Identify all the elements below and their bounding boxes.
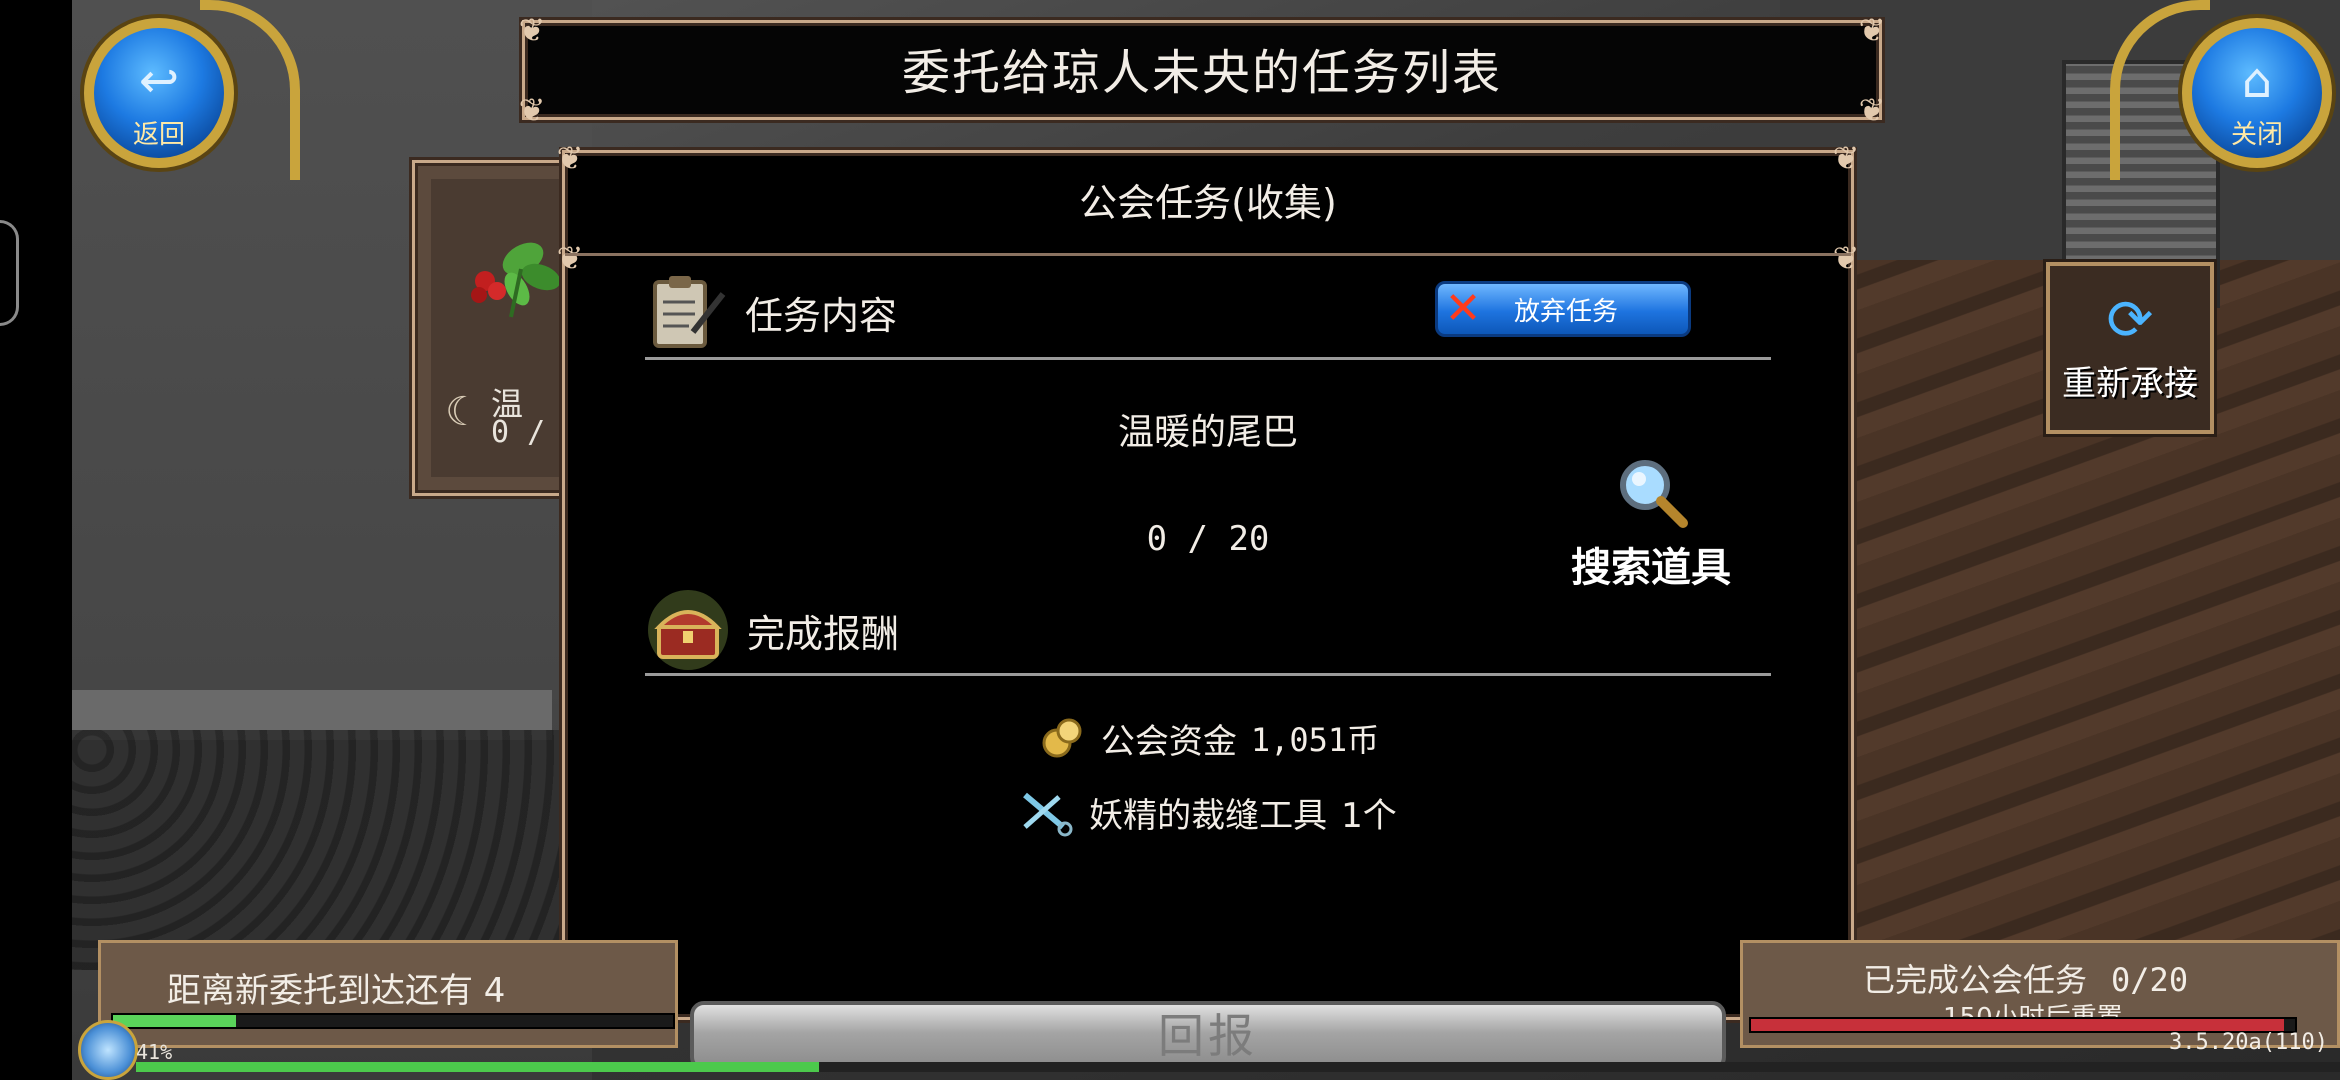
report-button[interactable]: 回报 [690,1001,1726,1071]
guild-quest-completed-count: 0/20 [2111,961,2189,999]
abandon-quest-button[interactable]: ✕ 放弃任务 [1435,281,1691,337]
dialog-content: 任务内容 ✕ 放弃任务 温暖的尾巴 0 / 20 搜索道具 完成报酬 公会资金 … [645,253,1771,1071]
reward-name: 公会资金 [1100,721,1237,762]
commission-timer-fill [113,1015,237,1027]
quest-card-behind[interactable]: ☾ 温 0 / [412,160,582,496]
player-orb-percent: 41% [136,1040,173,1064]
reward-name: 妖精的裁缝工具 [1089,795,1328,836]
task-content-header: 任务内容 [645,267,897,357]
quest-item-name: 温暖的尾巴 [1117,412,1298,453]
close-button-label: 关闭 [2230,120,2283,150]
gold-coins-icon [1042,718,1082,758]
reward-label: 完成报酬 [747,611,900,656]
claw-item-icon: ☾ [445,389,481,435]
quest-card-progress: 0 / [491,415,546,450]
reward-amount: 1,051币 [1250,721,1380,759]
reward-row: 公会资金 1,051币 [645,713,1771,763]
back-button[interactable]: ↩ 返回 [84,18,234,168]
version-label: 3.5.20a(110) [2169,1030,2328,1055]
reaccept-button[interactable]: ⟳ 重新承接 [2046,262,2214,434]
section-divider [645,673,1771,676]
tailor-tools-icon [1023,792,1073,837]
scene-stone-wall [72,730,632,970]
quest-detail-dialog: ❦ ❦ ❦ ❦ ❦ ❦ 公会任务(收集) 任务内容 ✕ 放弃任务 温暖的尾巴 0… [557,141,1859,1071]
dialog-title: 公会任务(收集) [565,153,1851,256]
search-item-label: 搜索道具 [1571,545,1731,591]
close-button[interactable]: ⌂ 关闭 [2182,18,2332,168]
experience-bar-fill [136,1062,820,1072]
refresh-icon: ⟳ [2106,288,2154,353]
back-arrow-icon: ↩ [138,53,180,109]
cross-icon: ✕ [1444,283,1482,334]
side-drawer-tab[interactable] [0,220,19,326]
clipboard-icon [653,276,726,348]
title-bar: 委托给琼人未央的任务列表 ❦ ❦ ❦ ❦ [519,13,1886,127]
ornament-icon: ❦ [1858,91,1886,129]
new-commission-timer: 距离新委托到达还有 4 [98,940,678,1048]
new-commission-text: 距离新委托到达还有 4 [167,971,506,1011]
abandon-quest-label: 放弃任务 [1514,296,1619,327]
reaccept-label: 重新承接 [2062,364,2198,404]
task-content-label: 任务内容 [745,293,898,338]
guild-quest-completed: 已完成公会任务 0/20 [1863,955,2188,1001]
reward-amount: 1个 [1341,795,1397,836]
back-button-label: 返回 [132,120,185,150]
commission-timer-bar [111,1013,675,1029]
player-orb-icon[interactable] [78,1020,138,1080]
quest-card-inner: ☾ 温 0 / [431,179,579,477]
ornament-icon: ❦ [518,91,546,129]
reward-row: 妖精的裁缝工具 1个 [645,787,1771,837]
section-divider [645,357,1771,360]
page-title: 委托给琼人未央的任务列表 [901,45,1502,101]
magnifier-icon [1620,460,1688,528]
home-icon: ⌂ [2241,53,2273,109]
ornament-icon: ❦ [518,11,546,49]
ornament-icon: ❦ [1858,11,1886,49]
search-item-button[interactable]: 搜索道具 [1561,453,1741,593]
experience-bar [136,1062,2340,1072]
reward-header: 完成报酬 [645,585,899,675]
treasure-chest-icon [648,590,728,670]
guild-quest-completed-label: 已完成公会任务 [1863,961,2088,999]
